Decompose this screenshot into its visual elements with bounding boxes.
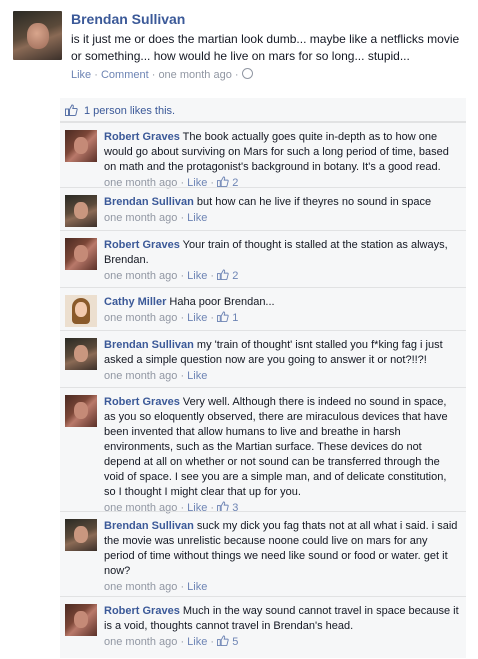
comment-meta: one month ago · Like · 5	[104, 635, 239, 648]
comment-item: Robert Graves The book actually goes qui…	[60, 122, 466, 189]
post-text: is it just me or does the martian look d…	[71, 32, 460, 63]
comment-like-link[interactable]: Like	[187, 212, 207, 224]
comment-like-count[interactable]: 2	[217, 269, 239, 282]
likes-summary-row: 1 person likes this.	[60, 98, 466, 122]
comment-meta: one month ago · Like	[104, 212, 208, 224]
comment-body: Brendan Sullivan my 'train of thought' i…	[104, 338, 460, 384]
commenter-avatar[interactable]	[65, 295, 97, 327]
post-actions: Like · Comment · one month ago ·	[71, 68, 253, 81]
comment-text: Very well. Although there is indeed no s…	[104, 396, 448, 498]
thumbs-up-icon	[65, 104, 78, 116]
globe-icon	[241, 68, 253, 79]
like-count-value: 5	[232, 636, 239, 648]
comment-text: Haha poor Brendan...	[169, 296, 275, 308]
comment-timestamp[interactable]: one month ago	[104, 581, 177, 593]
comment-body: Robert Graves The book actually goes qui…	[104, 130, 460, 191]
comment-meta: one month ago · Like · 2	[104, 269, 239, 282]
comment-like-link[interactable]: Like	[187, 636, 207, 648]
post-like-link[interactable]: Like	[71, 69, 91, 81]
comment-timestamp[interactable]: one month ago	[104, 312, 177, 324]
commenter-avatar[interactable]	[65, 604, 97, 636]
comment-like-count[interactable]: 5	[217, 635, 239, 648]
thumbs-up-icon	[217, 635, 229, 648]
likes-summary-text[interactable]: 1 person likes this.	[84, 105, 175, 117]
commenter-name[interactable]: Cathy Miller	[104, 296, 166, 308]
commenter-avatar[interactable]	[65, 238, 97, 270]
comment-timestamp[interactable]: one month ago	[104, 370, 177, 382]
comment-text: but how can he live if theyres no sound …	[196, 196, 432, 208]
comment-item: Brendan Sullivan but how can he live if …	[60, 187, 466, 230]
commenter-name[interactable]: Brendan Sullivan	[104, 196, 194, 208]
post-author-name[interactable]: Brendan Sullivan	[71, 11, 185, 27]
post: Brendan Sullivan is it just me or does t…	[0, 0, 478, 96]
comment-body: Brendan Sullivan but how can he live if …	[104, 195, 460, 226]
commenter-name[interactable]: Robert Graves	[104, 239, 180, 251]
comment-like-link[interactable]: Like	[187, 312, 207, 324]
comment-like-link[interactable]: Like	[187, 270, 207, 282]
commenter-name[interactable]: Robert Graves	[104, 396, 180, 408]
comment-body: Robert Graves Much in the way sound cann…	[104, 604, 460, 650]
commenter-avatar[interactable]	[65, 519, 97, 551]
commenter-name[interactable]: Robert Graves	[104, 131, 180, 143]
commenter-avatar[interactable]	[65, 338, 97, 370]
like-count-value: 1	[232, 312, 239, 324]
comment-like-count[interactable]: 1	[217, 311, 239, 324]
comment-item: Robert Graves Your train of thought is s…	[60, 230, 466, 287]
comment-item: Robert Graves Much in the way sound cann…	[60, 596, 466, 659]
comment-body: Robert Graves Your train of thought is s…	[104, 238, 460, 284]
comment-body: Robert Graves Very well. Although there …	[104, 395, 460, 516]
comment-body: Cathy Miller Haha poor Brendan... one mon…	[104, 295, 460, 326]
comment-like-link[interactable]: Like	[187, 581, 207, 593]
commenter-avatar[interactable]	[65, 395, 97, 427]
post-author-avatar[interactable]	[13, 11, 62, 60]
thumbs-up-icon	[217, 311, 229, 324]
like-count-value: 2	[232, 270, 239, 282]
comment-timestamp[interactable]: one month ago	[104, 270, 177, 282]
commenter-name[interactable]: Brendan Sullivan	[104, 339, 194, 351]
comment-timestamp[interactable]: one month ago	[104, 212, 177, 224]
commenter-name[interactable]: Robert Graves	[104, 605, 180, 617]
commenter-avatar[interactable]	[65, 130, 97, 162]
comment-meta: one month ago · Like	[104, 370, 208, 382]
comments-panel: 1 person likes this. Robert Graves The b…	[60, 98, 466, 658]
comment-body: Brendan Sullivan suck my dick you fag th…	[104, 519, 460, 595]
commenter-avatar[interactable]	[65, 195, 97, 227]
comment-meta: one month ago · Like	[104, 581, 208, 593]
post-timestamp[interactable]: one month ago	[158, 69, 231, 81]
thumbs-up-icon	[217, 269, 229, 282]
comment-item: Cathy Miller Haha poor Brendan... one mon…	[60, 287, 466, 330]
post-comment-link[interactable]: Comment	[101, 69, 149, 81]
comment-item: Brendan Sullivan suck my dick you fag th…	[60, 511, 466, 596]
comment-item: Brendan Sullivan my 'train of thought' i…	[60, 330, 466, 387]
comment-timestamp[interactable]: one month ago	[104, 636, 177, 648]
comment-like-link[interactable]: Like	[187, 370, 207, 382]
comment-item: Robert Graves Very well. Although there …	[60, 387, 466, 514]
comment-meta: one month ago · Like · 1	[104, 311, 239, 324]
commenter-name[interactable]: Brendan Sullivan	[104, 520, 194, 532]
